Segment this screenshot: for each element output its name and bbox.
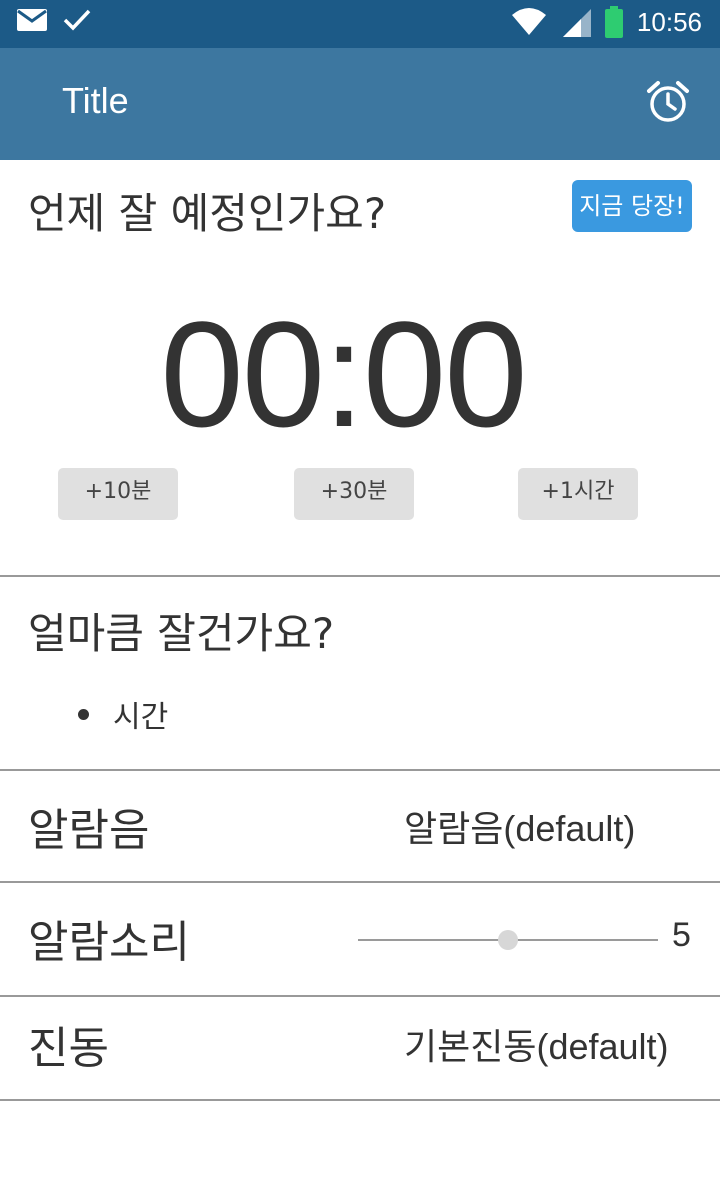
- slider-thumb[interactable]: [498, 930, 518, 950]
- add-30min-button[interactable]: +30분: [294, 468, 414, 520]
- signal-icon: [562, 9, 591, 37]
- status-bar: 10:56: [0, 0, 720, 48]
- divider: [0, 575, 720, 577]
- divider: [0, 769, 720, 771]
- status-bar-right: 10:56: [511, 6, 702, 38]
- divider: [0, 881, 720, 883]
- duration-option[interactable]: 시간: [78, 692, 168, 736]
- wifi-icon: [511, 8, 546, 35]
- add-1hour-button[interactable]: +1시간: [518, 468, 638, 520]
- duration-option-label: 시간: [113, 700, 169, 735]
- duration-question: 얼마큼 잘건가요?: [28, 609, 335, 658]
- alarm-volume-label: 알람소리: [28, 917, 190, 968]
- vibration-label: 진동: [28, 1023, 109, 1074]
- alarm-sound-label: 알람음: [28, 805, 150, 856]
- alarm-volume-value: 5: [672, 916, 691, 954]
- alarm-sound-value[interactable]: 알람음(default): [404, 800, 635, 852]
- battery-icon: [604, 6, 623, 38]
- app-title: Title: [62, 80, 129, 121]
- divider: [0, 995, 720, 997]
- mail-icon: [17, 9, 47, 31]
- now-button[interactable]: 지금 당장!: [572, 180, 692, 232]
- alarm-clock-icon: [647, 81, 689, 122]
- divider: [0, 1099, 720, 1101]
- app-bar: Title: [0, 48, 720, 160]
- alarm-button[interactable]: [646, 80, 690, 124]
- alarm-volume-slider[interactable]: [358, 924, 658, 956]
- bedtime-question: 언제 잘 예정인가요?: [28, 189, 387, 238]
- bullet-icon: [78, 708, 89, 720]
- check-icon: [63, 9, 91, 31]
- vibration-value[interactable]: 기본진동(default): [404, 1018, 669, 1070]
- status-bar-left: [16, 8, 92, 32]
- status-time: 10:56: [636, 6, 702, 37]
- bedtime-display[interactable]: 00:00: [0, 288, 686, 461]
- add-10min-button[interactable]: +10분: [58, 468, 178, 520]
